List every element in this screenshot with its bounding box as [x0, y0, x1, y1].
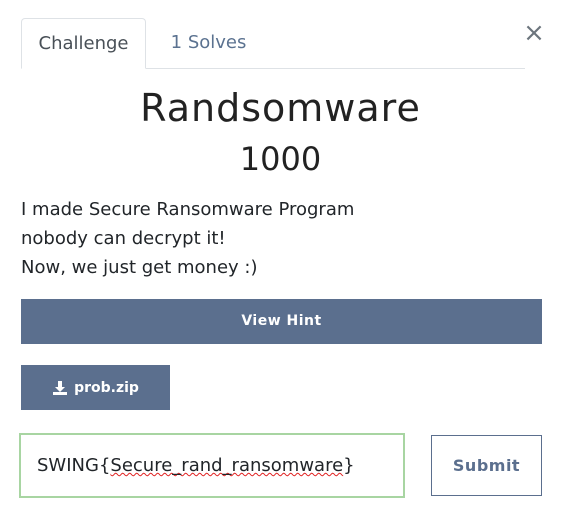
challenge-description: I made Secure Ransomware Program nobody … — [21, 195, 541, 282]
file-name-label: prob.zip — [74, 379, 139, 396]
description-line: Now, we just get money :) — [21, 257, 258, 278]
close-icon[interactable]: × — [523, 20, 545, 46]
description-line: nobody can decrypt it! — [21, 228, 226, 249]
challenge-name: Randsomware — [140, 86, 421, 130]
tab-solves[interactable]: 1 Solves — [146, 18, 271, 68]
flag-suffix: } — [343, 455, 355, 476]
download-icon — [52, 380, 68, 396]
description-line: I made Secure Ransomware Program — [21, 199, 355, 220]
download-file-button[interactable]: prob.zip — [21, 365, 170, 410]
challenge-value: 1000 — [239, 140, 322, 178]
flag-misspelled-text: Secure_rand_ransomware — [110, 455, 344, 476]
modal-tabs: Challenge 1 Solves — [21, 18, 525, 69]
flag-prefix: SWING{ — [37, 455, 111, 476]
submit-button[interactable]: Submit — [431, 435, 542, 496]
view-hint-button[interactable]: View Hint — [21, 299, 542, 344]
flag-input[interactable]: SWING{Secure_rand_ransomware} — [19, 433, 405, 498]
tab-challenge[interactable]: Challenge — [21, 18, 146, 69]
